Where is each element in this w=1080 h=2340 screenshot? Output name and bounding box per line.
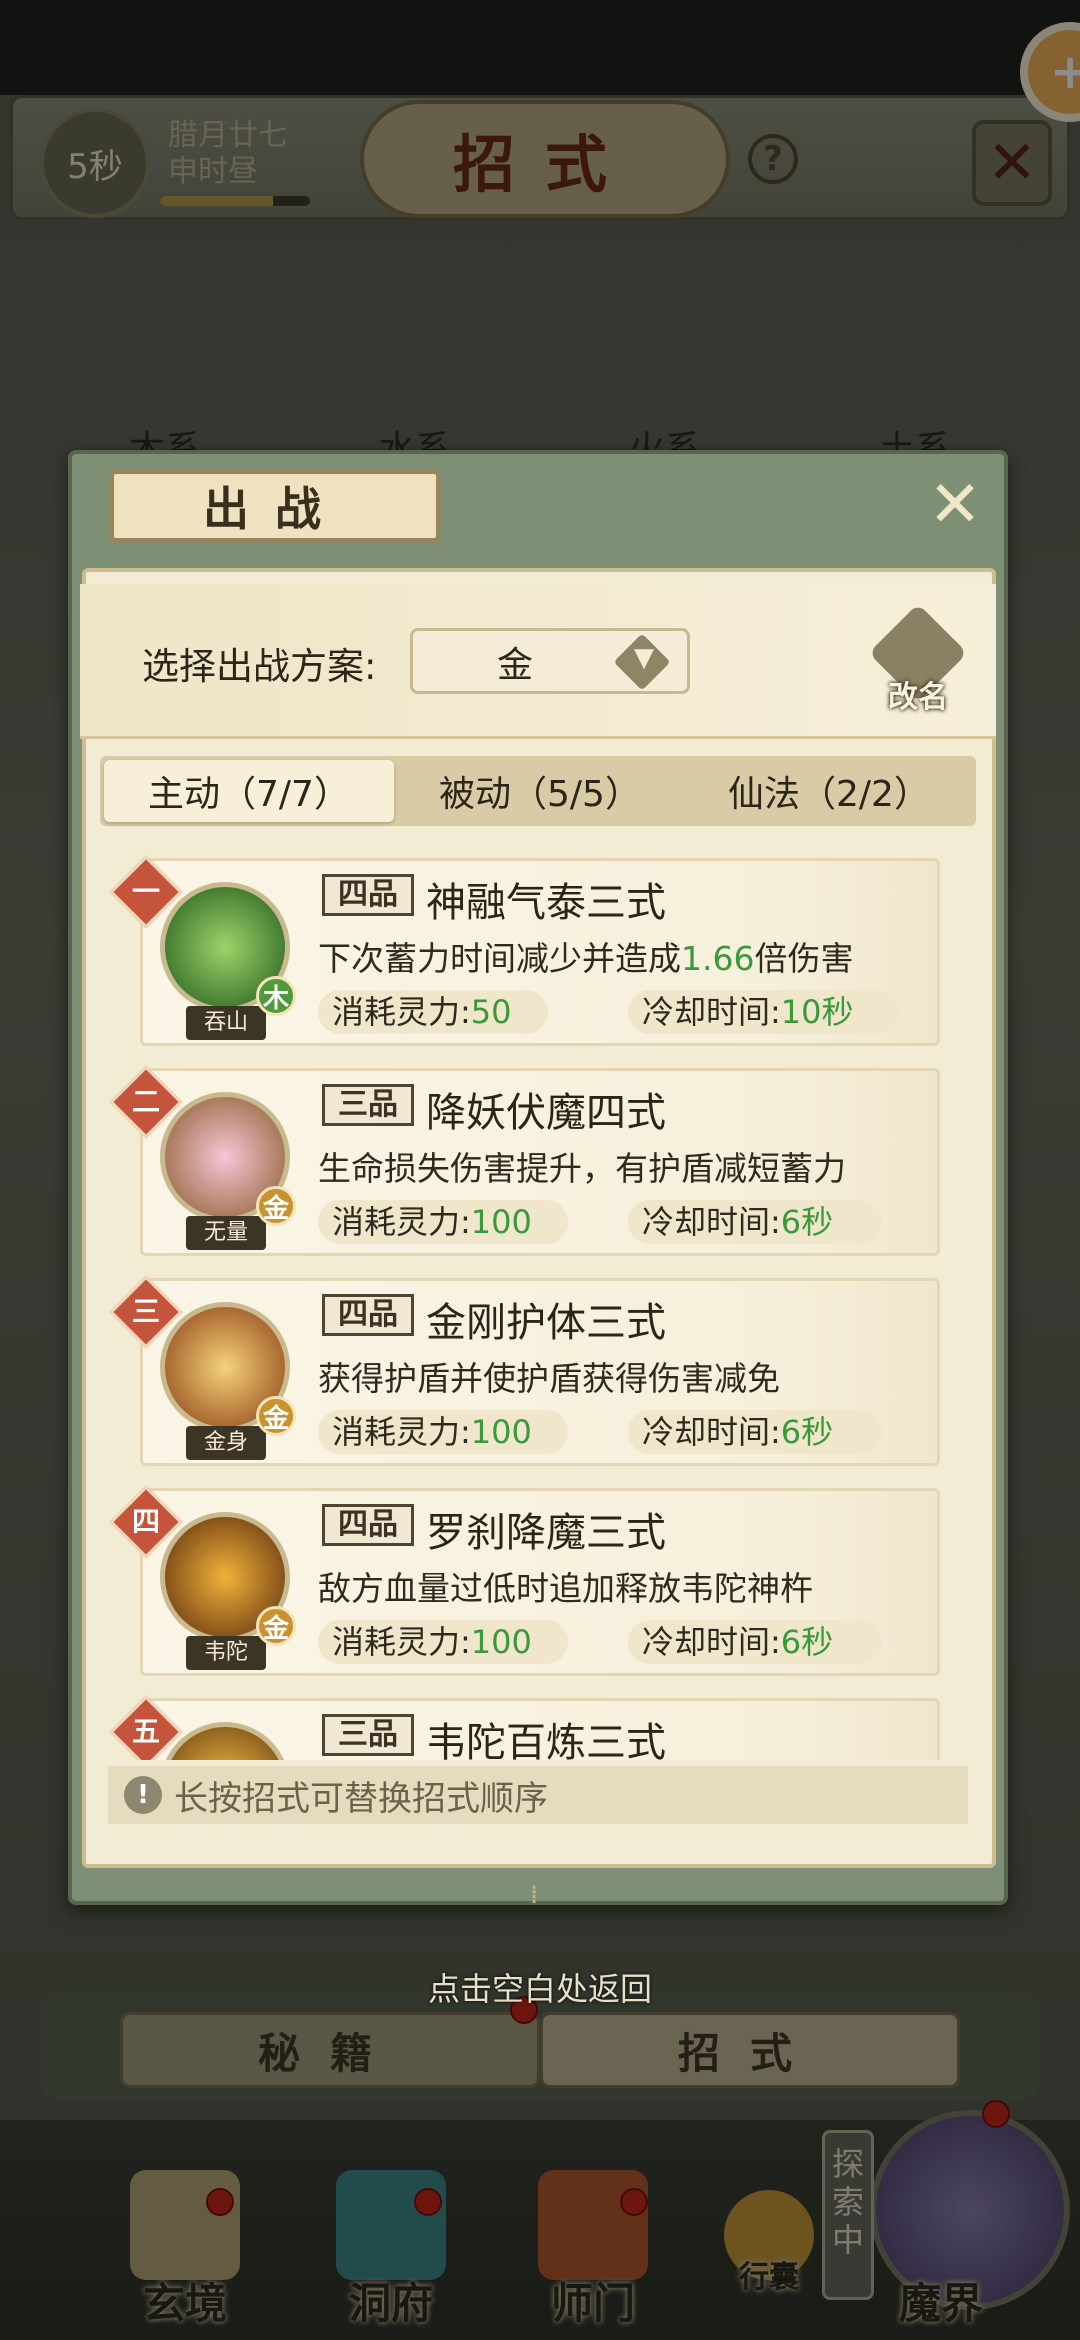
modal-title: 出战 — [203, 482, 347, 536]
tab-spells[interactable]: 仙法（2/2） — [684, 760, 974, 822]
cost-value: 100 — [470, 1623, 532, 1661]
cost-label: 消耗灵力: — [332, 1203, 471, 1241]
modal-close-button[interactable]: ✕ — [920, 468, 990, 542]
desc-text: 生命损失伤害提升，有护盾减短蓄力 — [318, 1149, 846, 1188]
cost-pill: 消耗灵力:100 — [318, 1410, 568, 1454]
info-icon: ! — [124, 1776, 162, 1814]
cooldown-label: 冷却时间: — [642, 1203, 781, 1241]
cost-pill: 消耗灵力:50 — [318, 990, 548, 1034]
rename-button[interactable]: 改名 — [868, 603, 968, 716]
element-badge: 金 — [256, 1396, 296, 1436]
tab-active-skills[interactable]: 主动（7/7） — [104, 760, 394, 822]
cooldown-value: 6秒 — [780, 1413, 834, 1451]
skill-title: 韦陀百炼三式 — [426, 1720, 666, 1760]
skill-title: 降妖伏魔四式 — [426, 1090, 666, 1136]
element-badge: 木 — [256, 976, 296, 1016]
cooldown-pill: 冷却时间:6秒 — [628, 1620, 882, 1664]
ornament-icon: ⁞ — [530, 1880, 539, 1910]
cooldown-value: 10秒 — [780, 993, 854, 1031]
cooldown-value: 6秒 — [780, 1203, 834, 1241]
rank-number: 三 — [131, 1295, 160, 1328]
grade-tag: 四品 — [322, 1294, 414, 1336]
dismiss-hint: 点击空白处返回 — [427, 1970, 652, 2008]
rename-label: 改名 — [888, 680, 948, 715]
element-badge: 金 — [256, 1186, 296, 1226]
skill-description: 生命损失伤害提升，有护盾减短蓄力 — [318, 1142, 846, 1190]
element-badge: 金 — [256, 1606, 296, 1646]
desc-text: 获得护盾并使护盾获得伤害减免 — [318, 1359, 780, 1398]
skill-description: 敌方血量过低时追加释放韦陀神杵 — [318, 1562, 813, 1610]
hint-text: 长按招式可替换招式顺序 — [174, 1778, 548, 1819]
cooldown-label: 冷却时间: — [642, 1623, 781, 1661]
desc-text: 倍伤害 — [754, 939, 854, 978]
cooldown-pill: 冷却时间:6秒 — [628, 1200, 882, 1244]
cost-label: 消耗灵力: — [332, 993, 471, 1031]
hint-bar: ! 长按招式可替换招式顺序 — [108, 1766, 968, 1824]
rank-number: 一 — [131, 875, 160, 908]
skill-icon-label: 吞山 — [186, 1006, 266, 1040]
desc-text: 下次蓄力时间减少并造成 — [318, 939, 681, 978]
cost-value: 100 — [470, 1203, 532, 1241]
cost-label: 消耗灵力: — [332, 1623, 471, 1661]
cost-label: 消耗灵力: — [332, 1413, 471, 1451]
rank-number: 五 — [131, 1715, 160, 1748]
cost-value: 50 — [470, 993, 512, 1031]
tab-passive-skills[interactable]: 被动（5/5） — [400, 760, 680, 822]
grade-tag: 四品 — [322, 1504, 414, 1546]
skill-icon-label: 金身 — [186, 1426, 266, 1460]
rank-number: 二 — [131, 1085, 160, 1118]
cooldown-value: 6秒 — [780, 1623, 834, 1661]
desc-text: 敌方血量过低时追加释放韦陀神杵 — [318, 1569, 813, 1608]
plan-select-value[interactable]: 金 — [410, 636, 620, 688]
grade-tag: 三品 — [322, 1714, 414, 1756]
plan-label: 选择出战方案: — [142, 645, 377, 688]
cooldown-label: 冷却时间: — [642, 993, 781, 1031]
cooldown-pill: 冷却时间:6秒 — [628, 1410, 882, 1454]
skill-description: 下次蓄力时间减少并造成1.66倍伤害 — [318, 932, 853, 980]
cost-pill: 消耗灵力:100 — [318, 1200, 568, 1244]
skill-title: 神融气泰三式 — [426, 880, 666, 926]
modal-title-plaque: 出战 — [110, 470, 440, 542]
grade-tag: 三品 — [322, 1084, 414, 1126]
grade-tag: 四品 — [322, 874, 414, 916]
cost-value: 100 — [470, 1413, 532, 1451]
skill-icon-label: 无量 — [186, 1216, 266, 1250]
cooldown-label: 冷却时间: — [642, 1413, 781, 1451]
skill-title: 罗刹降魔三式 — [426, 1510, 666, 1556]
skill-list[interactable]: 一 吞山 木 四品 神融气泰三式 下次蓄力时间减少并造成1.66倍伤害 消耗灵力… — [100, 848, 976, 1760]
skill-icon-label: 韦陀 — [186, 1636, 266, 1670]
skill-description: 获得护盾并使护盾获得伤害减免 — [318, 1352, 780, 1400]
chevron-mark: ▼ — [634, 643, 654, 673]
desc-highlight: 1.66 — [681, 939, 755, 978]
cooldown-pill: 冷却时间:10秒 — [628, 990, 898, 1034]
rank-number: 四 — [131, 1505, 160, 1538]
cost-pill: 消耗灵力:100 — [318, 1620, 568, 1664]
skill-title: 金刚护体三式 — [426, 1300, 666, 1346]
